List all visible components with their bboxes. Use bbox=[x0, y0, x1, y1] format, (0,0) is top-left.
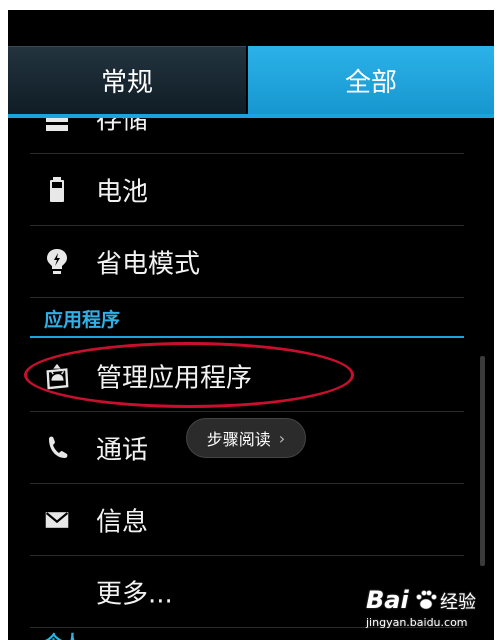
list-item-power-saving[interactable]: 省电模式 bbox=[30, 226, 464, 298]
battery-icon bbox=[44, 175, 70, 205]
tab-all[interactable]: 全部 bbox=[248, 46, 494, 114]
list-item-label: 更多... bbox=[96, 579, 173, 609]
baidu-logo-text: Bai bbox=[366, 586, 409, 614]
chevron-right-icon: › bbox=[278, 428, 286, 448]
list-item-label: 省电模式 bbox=[96, 249, 201, 279]
phone-icon bbox=[44, 433, 70, 463]
power-saving-icon bbox=[44, 247, 70, 277]
list-item-battery[interactable]: 电池 bbox=[30, 154, 464, 226]
section-header-personal: 个人 bbox=[44, 628, 82, 640]
tab-bar: 常规 全部 bbox=[8, 46, 494, 114]
android-app-icon bbox=[44, 361, 70, 391]
list-item-label: 管理应用程序 bbox=[96, 363, 253, 393]
list-item-label: 电池 bbox=[96, 177, 149, 207]
envelope-icon bbox=[44, 505, 70, 535]
watermark-url: jingyan.baidu.com bbox=[366, 616, 468, 629]
baidu-paw-icon bbox=[416, 590, 437, 610]
list-item-storage[interactable]: 存储 bbox=[30, 118, 464, 154]
list-item-label: 信息 bbox=[96, 507, 149, 537]
baidu-jingyan-watermark: Bai 经验 jingyan.baidu.com bbox=[366, 586, 486, 634]
scrollbar[interactable] bbox=[480, 356, 485, 566]
list-item-label: 存储 bbox=[96, 118, 149, 135]
section-header-label: 应用程序 bbox=[44, 309, 121, 331]
list-item-label: 通话 bbox=[96, 435, 149, 465]
android-settings-screen: 常规 全部 存储 电池 省电模式 应用程序 管理应用程序 通话 信息 更多...… bbox=[8, 10, 494, 640]
list-item-messages[interactable]: 信息 bbox=[30, 484, 464, 556]
storage-icon bbox=[44, 118, 70, 133]
read-steps-label: 步骤阅读 bbox=[206, 430, 271, 449]
settings-list[interactable]: 存储 电池 省电模式 应用程序 管理应用程序 通话 信息 更多... 步骤阅读 … bbox=[8, 118, 494, 640]
list-item-manage-apps[interactable]: 管理应用程序 bbox=[30, 340, 464, 412]
tab-general[interactable]: 常规 bbox=[8, 46, 246, 114]
section-header-apps: 应用程序 bbox=[30, 300, 464, 338]
jingyan-text: 经验 bbox=[440, 592, 476, 613]
read-steps-button[interactable]: 步骤阅读 › bbox=[186, 418, 306, 458]
